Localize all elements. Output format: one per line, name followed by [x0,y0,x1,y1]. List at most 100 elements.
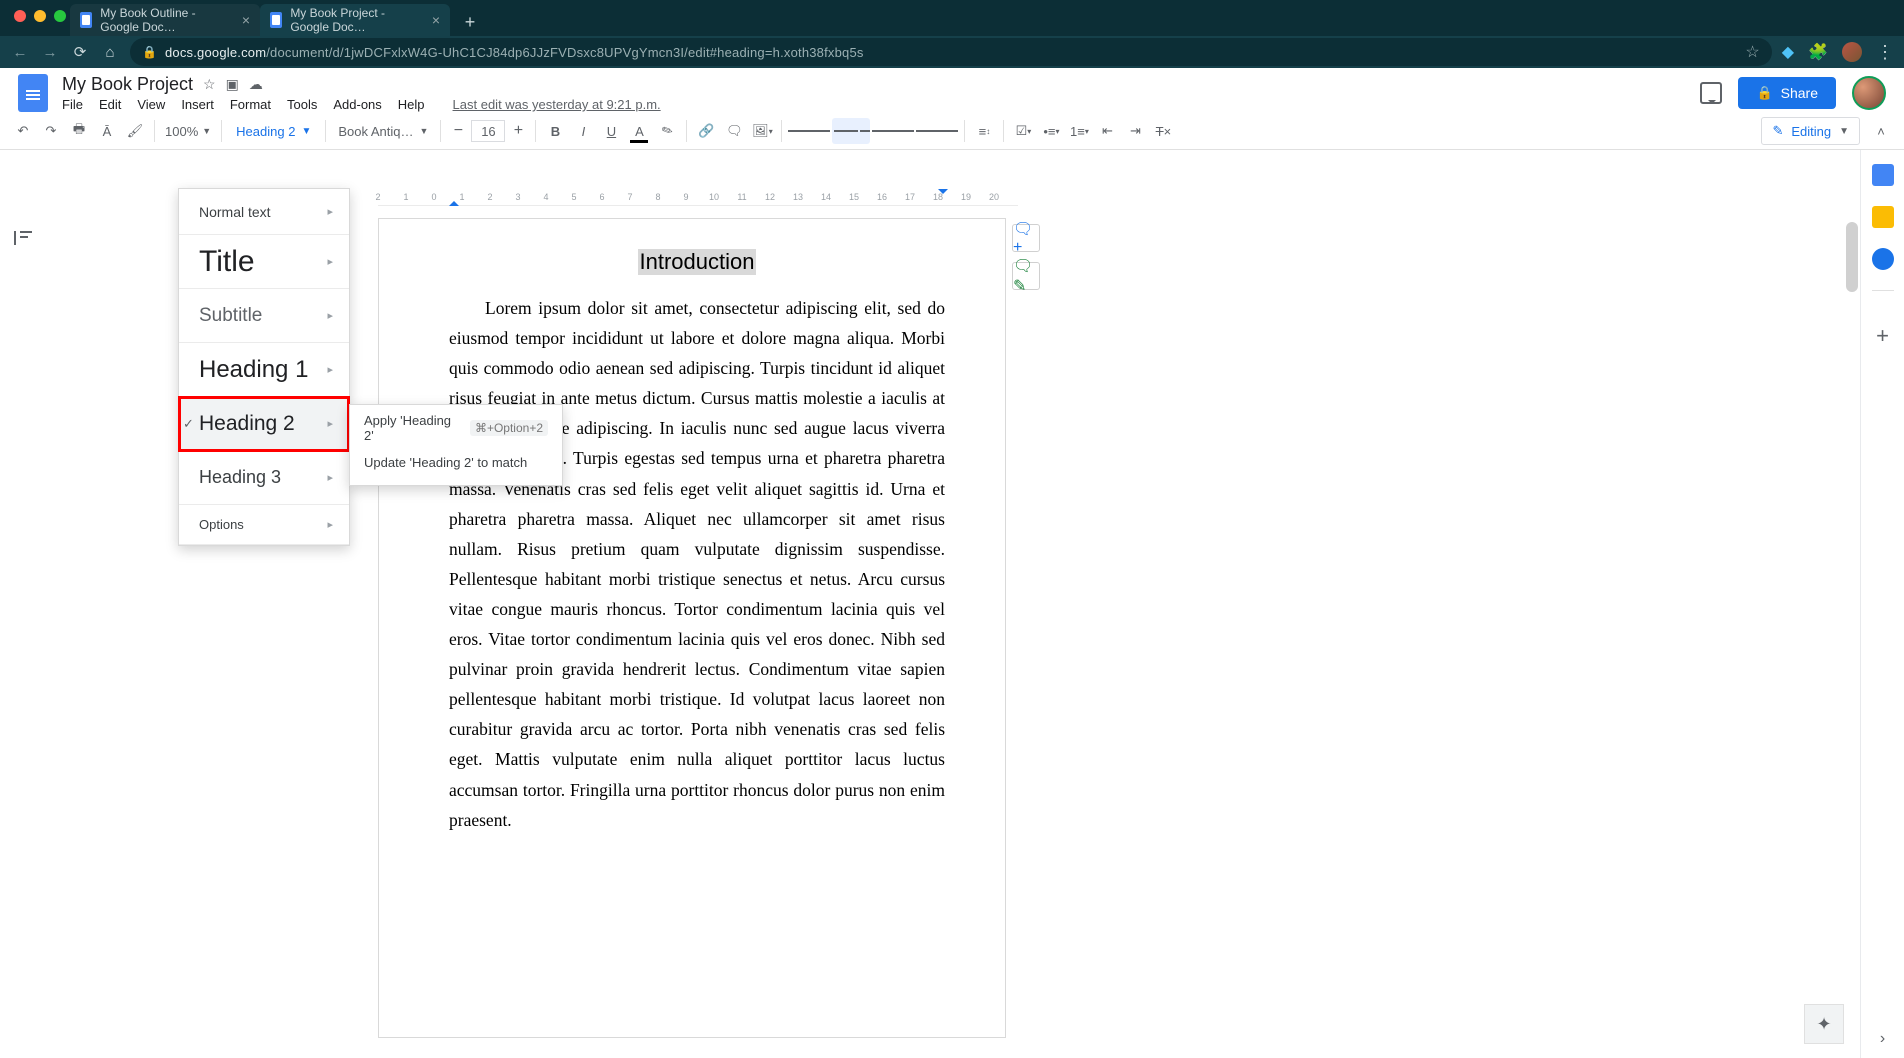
editing-mode-dropdown[interactable]: ✎ Editing ▼ [1761,117,1860,145]
align-center-button[interactable] [832,118,870,144]
menu-format[interactable]: Format [230,97,271,112]
menu-view[interactable]: View [137,97,165,112]
style-option-subtitle[interactable]: Subtitle ▸ [179,289,349,343]
insert-link-icon[interactable]: 🔗 [693,118,719,144]
style-option-heading2[interactable]: ✓ Heading 2 ▸ [179,397,349,451]
outline-toggle[interactable] [14,228,46,245]
print-icon[interactable]: 🖶 [66,118,92,144]
underline-button[interactable]: U [598,118,624,144]
docs-logo-icon[interactable] [18,74,48,112]
ruler-number: 13 [793,192,803,202]
menu-file[interactable]: File [62,97,83,112]
menu-tools[interactable]: Tools [287,97,317,112]
account-avatar-icon[interactable] [1852,76,1886,110]
last-edit-link[interactable]: Last edit was yesterday at 9:21 p.m. [453,97,661,112]
window-minimize-icon[interactable] [34,10,46,22]
menu-insert[interactable]: Insert [181,97,214,112]
browser-tab-outline[interactable]: My Book Outline - Google Doc… × [70,4,260,36]
style-option-heading3[interactable]: Heading 3 ▸ [179,451,349,505]
get-addons-icon[interactable]: + [1876,323,1889,349]
align-justify-button[interactable] [916,118,958,144]
style-option-normal[interactable]: Normal text ▸ [179,189,349,235]
share-button[interactable]: 🔒 Share [1738,77,1836,109]
bulleted-list-icon[interactable]: •≡▾ [1038,118,1064,144]
browser-toolbar: ← → ⟳ ⌂ 🔒 docs.google.com/document/d/1jw… [0,36,1904,68]
left-indent-marker-icon[interactable] [449,196,459,206]
window-close-icon[interactable] [14,10,26,22]
calendar-icon[interactable] [1872,164,1894,186]
reload-icon[interactable]: ⟳ [70,43,90,61]
browser-tab-project[interactable]: My Book Project - Google Doc… × [260,4,450,36]
heading-introduction[interactable]: Introduction [449,249,945,275]
paragraph-style-dropdown[interactable]: Heading 2 ▼ [228,124,319,139]
decrease-indent-icon[interactable]: ⇤ [1094,118,1120,144]
undo-icon[interactable]: ↶ [10,118,36,144]
style-option-title[interactable]: Title ▸ [179,235,349,289]
update-heading2-item[interactable]: Update 'Heading 2' to match [350,445,562,479]
suggest-edits-button[interactable]: 🗨✎ [1012,262,1040,290]
body-paragraph[interactable]: Lorem ipsum dolor sit amet, consectetur … [449,293,945,835]
separator [535,120,536,142]
style-label: Options [199,517,244,532]
insert-comment-icon[interactable]: 🗨 [721,118,747,144]
zoom-dropdown[interactable]: 100% ▼ [161,124,215,139]
kebab-menu-icon[interactable]: ⋮ [1876,42,1894,63]
profile-avatar-icon[interactable] [1842,42,1862,62]
submenu-arrow-icon: ▸ [327,309,333,322]
close-icon[interactable]: × [242,12,250,28]
address-bar[interactable]: 🔒 docs.google.com/document/d/1jwDCFxlxW4… [130,38,1772,66]
style-label: Heading 2 [199,412,295,436]
bold-button[interactable]: B [542,118,568,144]
add-comment-button[interactable]: 🗨+ [1012,224,1040,252]
home-icon[interactable]: ⌂ [100,44,120,61]
doc-title[interactable]: My Book Project [62,74,193,95]
open-comments-icon[interactable] [1700,82,1722,104]
style-option-options[interactable]: Options ▸ [179,505,349,545]
decrease-font-button[interactable]: − [447,122,469,140]
collapse-toolbar-icon[interactable]: ˄ [1868,124,1894,139]
font-family-dropdown[interactable]: Book Antiq… ▼ [332,124,434,139]
menu-addons[interactable]: Add-ons [333,97,381,112]
cloud-status-icon[interactable]: ☁ [249,76,263,93]
window-controls[interactable] [14,10,66,22]
align-left-button[interactable] [788,118,830,144]
checklist-icon[interactable]: ☑▾ [1010,118,1036,144]
explore-button[interactable]: ✦ [1804,1004,1844,1044]
move-icon[interactable]: ▣ [226,76,239,93]
spellcheck-icon[interactable]: Ā [94,118,120,144]
numbered-list-icon[interactable]: 1≡▾ [1066,118,1092,144]
italic-button[interactable]: I [570,118,596,144]
increase-indent-icon[interactable]: ⇥ [1122,118,1148,144]
nav-forward-icon: → [40,44,60,61]
close-icon[interactable]: × [432,12,440,28]
extensions-puzzle-icon[interactable]: 🧩 [1808,42,1828,62]
clear-formatting-icon[interactable]: T× [1150,118,1176,144]
separator [964,120,965,142]
tasks-icon[interactable] [1872,248,1894,270]
paint-format-icon[interactable]: 🖌 [122,118,148,144]
window-zoom-icon[interactable] [54,10,66,22]
text-color-button[interactable]: A [626,118,652,144]
new-tab-button[interactable]: + [456,8,484,36]
redo-icon[interactable]: ↷ [38,118,64,144]
document-page[interactable]: Introduction Lorem ipsum dolor sit amet,… [378,218,1006,1038]
apply-heading2-item[interactable]: Apply 'Heading 2' ⌘+Option+2 [350,411,562,445]
font-size-input[interactable]: 16 [471,120,505,142]
horizontal-ruler[interactable]: 2101234567891011121314151617181920 [378,188,1018,206]
hide-sidepanel-icon[interactable]: › [1880,1030,1885,1048]
style-option-heading1[interactable]: Heading 1 ▸ [179,343,349,397]
update-label: Update 'Heading 2' to match [364,455,527,470]
insert-image-icon[interactable]: 🖼▾ [749,118,775,144]
star-icon[interactable]: ☆ [203,76,216,93]
menu-edit[interactable]: Edit [99,97,121,112]
line-spacing-icon[interactable]: ≡↕ [971,118,997,144]
menu-help[interactable]: Help [398,97,425,112]
keep-icon[interactable] [1872,206,1894,228]
extension-icon[interactable]: ◆ [1782,42,1794,62]
nav-back-icon[interactable]: ← [10,44,30,61]
star-icon[interactable]: ☆ [1745,42,1759,62]
increase-font-button[interactable]: + [507,122,529,140]
vertical-scrollbar[interactable] [1846,222,1858,292]
align-right-button[interactable] [872,118,914,144]
highlight-button[interactable]: ✎ [654,118,680,144]
